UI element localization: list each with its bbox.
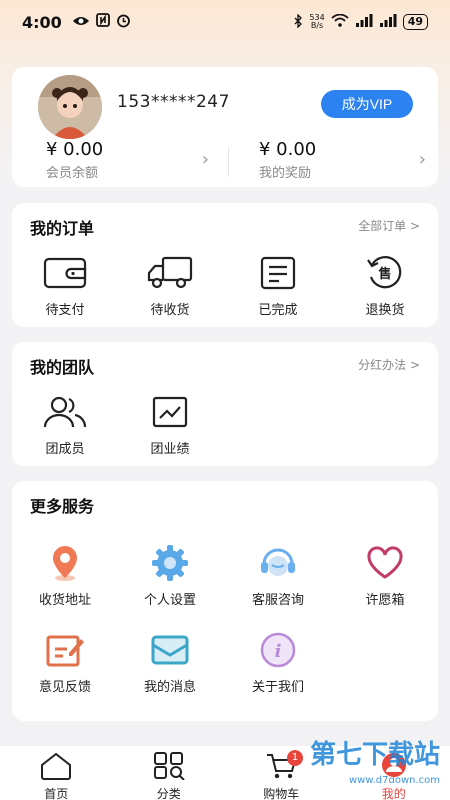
status-bar: 4:00 534 B/s 49 [0, 0, 450, 44]
chevron-right-icon: › [418, 149, 426, 170]
status-time: 4:00 [22, 12, 62, 32]
become-vip-button[interactable]: 成为VIP [321, 90, 413, 118]
service-customer-support[interactable]: 客服咨询 [233, 543, 323, 608]
my-reward-amount: ¥ 0.00 [259, 139, 317, 160]
order-completed[interactable]: 已完成 [233, 253, 323, 318]
orders-card: 我的订单 全部订单 > 待支付 待收货 已完成 售 退换货 [12, 203, 438, 327]
location-pin-icon [20, 543, 110, 583]
my-reward[interactable]: ¥ 0.00 我的奖励 › [225, 139, 438, 181]
tab-home[interactable]: 首页 [0, 746, 113, 800]
completed-list-icon [233, 253, 323, 293]
member-balance-label: 会员余额 [46, 166, 99, 181]
message-envelope-icon [125, 630, 215, 670]
signal-icon-2 [379, 14, 397, 30]
member-balance-amount: ¥ 0.00 [46, 139, 104, 160]
gear-icon [125, 543, 215, 583]
team-performance[interactable]: 团业绩 [125, 392, 215, 457]
return-icon: 售 [340, 253, 430, 293]
all-orders-link[interactable]: 全部订单 > [358, 217, 420, 234]
chevron-right-icon: › [201, 149, 209, 170]
service-wish-box[interactable]: 许愿箱 [340, 543, 430, 608]
alarm-icon [116, 13, 131, 32]
members-icon [20, 392, 110, 432]
order-pending-payment[interactable]: 待支付 [20, 253, 110, 318]
heart-icon [340, 543, 430, 583]
team-title: 我的团队 [30, 358, 95, 377]
avatar[interactable] [38, 75, 102, 139]
team-members[interactable]: 团成员 [20, 392, 110, 457]
service-personal-settings[interactable]: 个人设置 [125, 543, 215, 608]
nfc-icon [95, 13, 110, 31]
service-feedback[interactable]: 意见反馈 [20, 630, 110, 695]
eye-icon [72, 13, 90, 31]
battery-indicator: 49 [402, 14, 428, 30]
wifi-icon [331, 13, 349, 30]
my-reward-label: 我的奖励 [259, 166, 312, 181]
services-card: 更多服务 收货地址 个人设置 客服咨询 许愿箱 意见反馈 我的消息 i 关于我们 [12, 481, 438, 721]
cart-badge: 1 [287, 750, 303, 766]
truck-icon [125, 253, 215, 293]
category-grid-icon [113, 752, 226, 784]
dividend-method-link[interactable]: 分红办法 > [358, 356, 420, 373]
wallet-icon [20, 253, 110, 293]
home-icon [0, 752, 113, 784]
customer-service-icon [233, 543, 323, 583]
phone-number: 153*****247 [117, 92, 230, 112]
services-title: 更多服务 [30, 497, 95, 516]
watermark-logo: 第七下载站 www.d7down.com [309, 740, 440, 786]
profile-card: 153*****247 成为VIP ¥ 0.00 会员余额 › ¥ 0.00 我… [12, 67, 438, 187]
svg-text:i: i [275, 641, 282, 662]
signal-icon [355, 14, 373, 30]
bluetooth-icon [294, 12, 303, 31]
service-about-us[interactable]: i 关于我们 [233, 630, 323, 695]
member-balance[interactable]: ¥ 0.00 会员余额 › [12, 139, 225, 181]
service-my-messages[interactable]: 我的消息 [125, 630, 215, 695]
net-speed: 534 B/s [309, 13, 325, 30]
team-card: 我的团队 分红办法 > 团成员 团业绩 [12, 342, 438, 466]
performance-chart-icon [125, 392, 215, 432]
svg-text:售: 售 [378, 266, 391, 282]
feedback-edit-icon [20, 630, 110, 670]
order-pending-delivery[interactable]: 待收货 [125, 253, 215, 318]
service-address[interactable]: 收货地址 [20, 543, 110, 608]
info-icon: i [233, 630, 323, 670]
order-returns[interactable]: 售 退换货 [340, 253, 430, 318]
tab-category[interactable]: 分类 [113, 746, 226, 800]
orders-title: 我的订单 [30, 219, 95, 238]
